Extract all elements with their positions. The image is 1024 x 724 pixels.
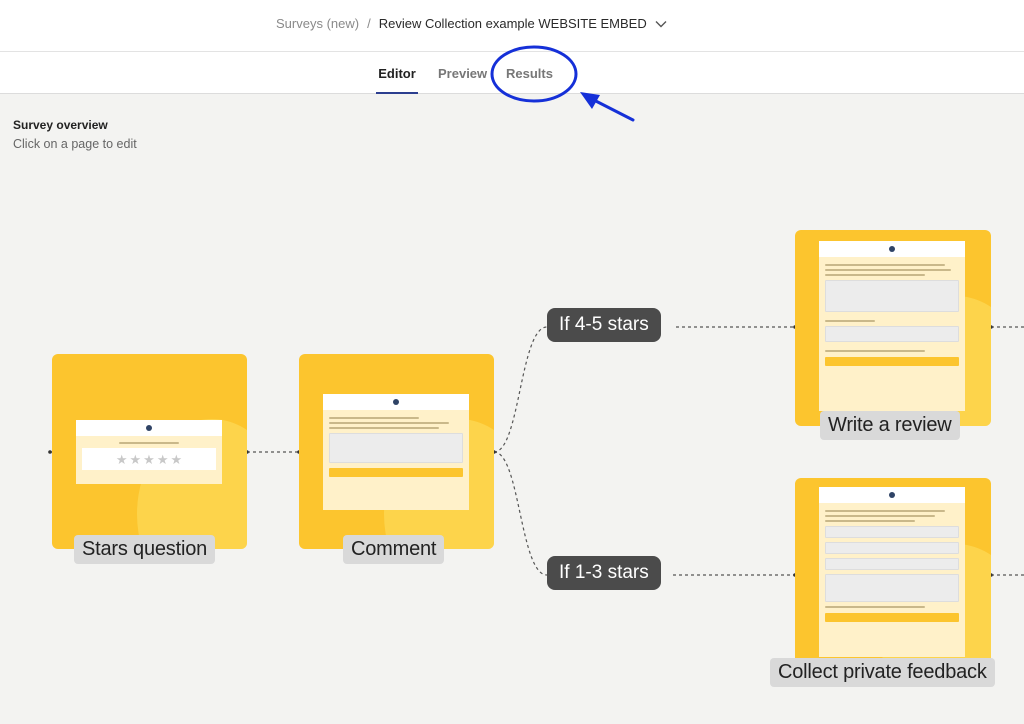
star-icon: ★ [129, 451, 142, 467]
breadcrumb: Surveys (new) / Review Collection exampl… [276, 16, 667, 31]
next-button-preview [329, 468, 463, 477]
next-button-preview [825, 357, 959, 366]
logo-icon [889, 246, 895, 252]
page-label-collect-private-feedback: Collect private feedback [770, 658, 995, 687]
tab-preview[interactable]: Preview [438, 66, 487, 94]
star-icon: ★ [115, 451, 128, 467]
next-button-preview [825, 613, 959, 622]
star-icon: ★ [170, 451, 183, 467]
page-thumbnail [323, 394, 469, 510]
breadcrumb-separator: / [367, 16, 371, 31]
page-card-stars-question[interactable]: ★ ★ ★ ★ ★ [52, 354, 247, 549]
survey-overview-subtitle: Click on a page to edit [13, 137, 137, 151]
page-thumbnail [819, 487, 965, 657]
page-label-stars-question: Stars question [74, 535, 216, 564]
page-card-collect-private-feedback[interactable] [795, 478, 991, 674]
page-label-write-a-review: Write a review [820, 411, 960, 440]
page-thumbnail: ★ ★ ★ ★ ★ [76, 420, 222, 484]
star-icon: ★ [143, 451, 155, 467]
star-icon: ★ [156, 451, 169, 467]
page-card-write-a-review[interactable] [795, 230, 991, 426]
connector-comment-low [493, 451, 548, 576]
tab-bar: Editor Preview Results [0, 52, 1024, 94]
connector-comment-high [493, 326, 548, 453]
logo-icon [393, 399, 399, 405]
page-card-comment[interactable] [299, 354, 494, 549]
survey-overview-title: Survey overview [13, 118, 108, 132]
survey-title: Review Collection example WEBSITE EMBED [378, 16, 647, 31]
tab-results[interactable]: Results [506, 66, 553, 94]
arrow-head-icon [580, 92, 600, 109]
logo-icon [146, 425, 152, 431]
star-rating-preview: ★ ★ ★ ★ ★ [82, 448, 216, 470]
condition-badge-high-rating[interactable]: If 4-5 stars [547, 308, 661, 342]
logo-icon [889, 492, 895, 498]
page-thumbnail [819, 241, 965, 411]
condition-badge-low-rating[interactable]: If 1-3 stars [547, 556, 661, 590]
page-label-comment: Comment [343, 535, 445, 564]
chevron-down-icon[interactable] [655, 20, 667, 28]
tab-editor[interactable]: Editor [376, 66, 418, 94]
annotation-arrow-shaft [584, 94, 635, 122]
breadcrumb-surveys-link[interactable]: Surveys (new) [276, 16, 359, 31]
top-bar: Surveys (new) / Review Collection exampl… [0, 0, 1024, 52]
